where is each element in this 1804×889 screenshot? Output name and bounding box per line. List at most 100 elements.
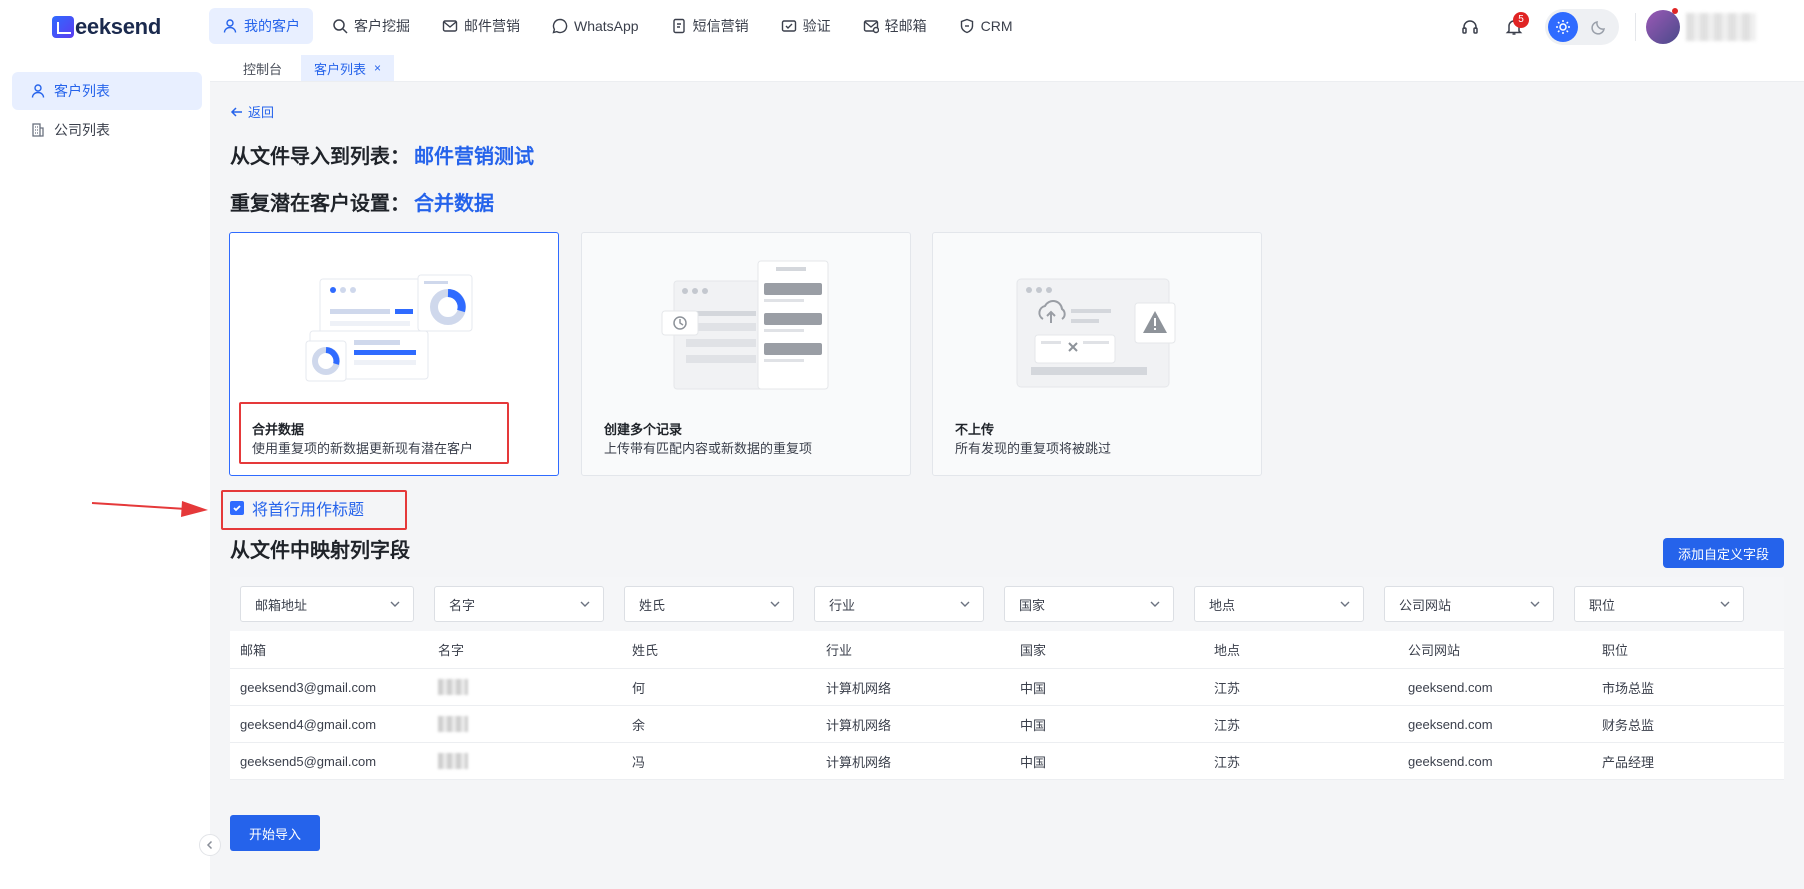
- sun-icon[interactable]: [1548, 12, 1578, 42]
- nav-label: 客户挖掘: [354, 18, 410, 34]
- cell-location: 江苏: [1214, 680, 1241, 696]
- start-import-button[interactable]: 开始导入: [230, 815, 320, 851]
- cell-first-name-blurred: [428, 716, 622, 733]
- sidebar-item-company-list[interactable]: 公司列表: [12, 111, 202, 149]
- mapping-table: 邮箱地址 名字 姓氏 行业 国家 地点 公司网站 职位 邮箱 名字 姓氏 行业 …: [230, 577, 1784, 780]
- column-header: 名字: [438, 643, 465, 658]
- cell-country: 中国: [1020, 754, 1047, 770]
- column-header: 公司网站: [1408, 643, 1461, 658]
- nav-light-mailbox[interactable]: 轻邮箱: [850, 8, 940, 44]
- cell-location: 江苏: [1214, 754, 1241, 770]
- cell-last-name: 冯: [632, 754, 646, 770]
- cell-website: geeksend.com: [1408, 716, 1493, 732]
- column-header: 地点: [1214, 643, 1241, 658]
- table-row: geeksend4@gmail.com 余 计算机网络 中国 江苏 geekse…: [230, 706, 1784, 743]
- tab-customer-list[interactable]: 客户列表 ×: [301, 55, 395, 81]
- support-headset-icon[interactable]: [1453, 10, 1487, 44]
- cell-industry: 计算机网络: [826, 680, 892, 696]
- light-mail-icon: [863, 18, 879, 34]
- main-nav: 我的客户 客户挖掘 邮件营销 WhatsApp 短信营销 验证 轻邮箱 CRM: [209, 8, 1031, 46]
- sidebar-item-label: 客户列表: [54, 83, 110, 99]
- cell-position: 市场总监: [1602, 680, 1655, 696]
- column-header: 职位: [1602, 643, 1629, 658]
- checkbox-checked[interactable]: [230, 501, 244, 515]
- card-description: 上传带有匹配内容或新数据的重复项: [604, 441, 813, 456]
- nav-label: 短信营销: [692, 18, 749, 34]
- chevron-down-icon: [1340, 601, 1350, 607]
- select-value: 姓氏: [639, 597, 666, 613]
- mapping-select-location[interactable]: 地点: [1194, 586, 1364, 622]
- nav-customer-mining[interactable]: 客户挖掘: [319, 8, 423, 44]
- import-target-heading: 从文件导入到列表： 邮件营销测试: [230, 140, 534, 169]
- mapping-select-row: 邮箱地址 名字 姓氏 行业 国家 地点 公司网站 职位: [230, 577, 1784, 631]
- moon-icon[interactable]: [1584, 12, 1614, 42]
- sidebar-item-customer-list[interactable]: 客户列表: [12, 72, 202, 110]
- mapping-select-last-name[interactable]: 姓氏: [624, 586, 794, 622]
- table-row: geeksend5@gmail.com 冯 计算机网络 中国 江苏 geekse…: [230, 743, 1784, 780]
- nav-whatsapp[interactable]: WhatsApp: [539, 8, 652, 44]
- crm-icon: [959, 18, 975, 34]
- nav-sms-marketing[interactable]: 短信营销: [658, 8, 762, 44]
- nav-email-marketing[interactable]: 邮件营销: [429, 8, 533, 44]
- building-icon: [32, 123, 44, 137]
- select-value: 职位: [1589, 597, 1616, 613]
- mapping-select-industry[interactable]: 行业: [814, 586, 984, 622]
- tab-console[interactable]: 控制台: [230, 55, 295, 81]
- notification-bell-icon[interactable]: 5: [1497, 10, 1531, 44]
- nav-label: CRM: [980, 18, 1013, 34]
- cell-website: geeksend.com: [1408, 679, 1493, 695]
- close-icon[interactable]: ×: [374, 61, 381, 75]
- blurred-text: [438, 679, 468, 696]
- user-icon: [222, 18, 238, 34]
- mapping-select-website[interactable]: 公司网站: [1384, 586, 1554, 622]
- target-list-name: 邮件营销测试: [414, 146, 534, 168]
- logo-text: eeksend: [75, 14, 161, 39]
- page-tabs: 控制台 客户列表 ×: [210, 54, 1804, 82]
- avatar[interactable]: [1646, 8, 1680, 44]
- logo[interactable]: eeksend: [52, 14, 161, 40]
- back-link[interactable]: 返回: [230, 102, 274, 121]
- mail-icon: [442, 18, 458, 34]
- theme-toggle[interactable]: [1545, 9, 1619, 45]
- add-custom-field-button[interactable]: 添加自定义字段: [1662, 538, 1784, 568]
- cell-industry: 计算机网络: [826, 717, 892, 733]
- main-content: 返回 从文件导入到列表： 邮件营销测试 重复潜在客户设置： 合并数据 合并数据 使用…: [210, 82, 1804, 889]
- nav-my-customers[interactable]: 我的客户: [209, 8, 313, 44]
- top-right-tools: 5: [1453, 0, 1804, 54]
- cell-position: 财务总监: [1602, 717, 1655, 733]
- blurred-text: [438, 716, 468, 733]
- nav-label: WhatsApp: [574, 18, 639, 34]
- mapping-select-position[interactable]: 职位: [1574, 586, 1744, 622]
- chevron-down-icon: [390, 601, 400, 607]
- mapping-select-country[interactable]: 国家: [1004, 586, 1174, 622]
- nav-verify[interactable]: 验证: [768, 8, 844, 44]
- tab-label: 控制台: [243, 61, 283, 77]
- mapping-select-email[interactable]: 邮箱地址: [240, 586, 414, 622]
- nav-label: 邮件营销: [464, 18, 520, 34]
- cell-website: geeksend.com: [1408, 753, 1493, 769]
- select-value: 行业: [829, 597, 856, 613]
- nav-label: 轻邮箱: [884, 18, 927, 34]
- first-row-header-option[interactable]: 将首行用作标题: [230, 496, 364, 520]
- table-row: geeksend3@gmail.com 何 计算机网络 中国 江苏 geekse…: [230, 669, 1784, 706]
- top-navbar: eeksend 我的客户 客户挖掘 邮件营销 WhatsApp 短信营销 验证: [0, 0, 1804, 54]
- tab-label: 客户列表: [314, 61, 367, 77]
- sms-icon: [671, 18, 687, 34]
- mapping-select-first-name[interactable]: 名字: [434, 586, 604, 622]
- cell-last-name: 余: [632, 717, 646, 733]
- card-title: 不上传: [955, 422, 995, 437]
- section-title: 从文件中映射列字段: [230, 540, 410, 562]
- blurred-text: [438, 753, 468, 770]
- skip-upload-illustration: [1016, 278, 1176, 388]
- option-card-create-multiple[interactable]: 创建多个记录 上传带有匹配内容或新数据的重复项: [581, 232, 911, 476]
- user-name-blurred[interactable]: [1686, 13, 1756, 41]
- cell-industry: 计算机网络: [826, 754, 892, 770]
- nav-crm[interactable]: CRM: [946, 8, 1026, 44]
- nav-label: 我的客户: [244, 18, 300, 34]
- heading-label: 从文件导入到列表：: [230, 146, 410, 168]
- option-card-skip-upload[interactable]: 不上传 所有发现的重复项将被跳过: [932, 232, 1262, 476]
- card-title: 创建多个记录: [604, 422, 683, 437]
- notification-badge: 5: [1513, 12, 1529, 28]
- select-value: 公司网站: [1399, 597, 1452, 613]
- highlight-box-merge-text: [239, 402, 509, 464]
